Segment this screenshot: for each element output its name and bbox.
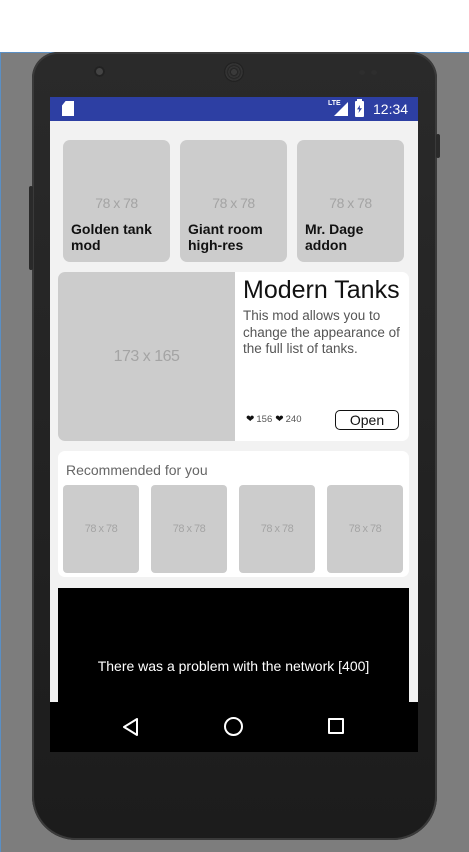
light-sensor (371, 70, 377, 75)
home-icon[interactable] (224, 717, 243, 736)
recommended-item[interactable]: 78 x 78 (239, 485, 315, 573)
image-placeholder: 78 x 78 (95, 195, 138, 211)
network-type: LTE (328, 100, 341, 107)
image-placeholder: 78 x 78 (348, 523, 382, 535)
recommended-item[interactable]: 78 x 78 (327, 485, 403, 573)
featured-mod-card[interactable]: 78 x 78 Golden tank mod (63, 140, 170, 262)
recommended-section: Recommended for you 78 x 78 78 x 78 78 x… (58, 451, 409, 577)
heart-icon: ❤ (246, 414, 255, 425)
mod-stats: ❤ 156 ❤ 240 (246, 414, 305, 425)
volume-button (29, 186, 33, 270)
featured-mod-card[interactable]: 78 x 78 Giant room high-res (180, 140, 287, 262)
feature-title: Modern Tanks (243, 276, 400, 304)
image-placeholder: 78 x 78 (329, 195, 372, 211)
app-screen: LTE 12:34 78 x 78 Golden tank mod 78 x 7… (50, 97, 418, 752)
earpiece-speaker (224, 62, 244, 82)
back-icon[interactable] (123, 718, 139, 736)
mod-title: Mr. Dage addon (305, 221, 364, 253)
feature-image[interactable]: 173 x 165 (58, 272, 235, 441)
error-text: There was a problem with the network [40… (97, 658, 370, 674)
recents-icon[interactable] (328, 718, 344, 734)
feature-mod-card: 173 x 165 Modern Tanks This mod allows y… (58, 272, 409, 441)
power-button (436, 134, 440, 158)
mod-title: Golden tank mod (71, 221, 152, 253)
status-bar: LTE 12:34 (50, 97, 418, 121)
image-placeholder: 78 x 78 (172, 523, 206, 535)
proximity-sensor (359, 70, 365, 75)
feature-description: This mod allows you to change the appear… (243, 308, 400, 356)
open-button[interactable]: Open (335, 410, 399, 430)
favorites-count: 240 (285, 414, 302, 425)
likes-count: 156 (256, 414, 273, 425)
battery-charging-icon (355, 99, 364, 117)
recommended-item[interactable]: 78 x 78 (63, 485, 139, 573)
featured-mod-card[interactable]: 78 x 78 Mr. Dage addon (297, 140, 404, 262)
mod-title: Giant room high-res (188, 221, 263, 253)
sd-card-icon (62, 101, 74, 116)
navigation-bar (50, 702, 418, 752)
image-placeholder: 78 x 78 (260, 523, 294, 535)
recommended-item[interactable]: 78 x 78 (151, 485, 227, 573)
image-placeholder: 173 x 165 (113, 348, 180, 365)
image-placeholder: 78 x 78 (84, 523, 118, 535)
status-clock: 12:34 (373, 101, 409, 117)
image-placeholder: 78 x 78 (212, 195, 255, 211)
network-error-message: There was a problem with the network [40… (58, 658, 409, 675)
recommended-title: Recommended for you (66, 462, 208, 478)
heart-icon: ❤ (275, 414, 284, 425)
front-camera (94, 66, 105, 77)
